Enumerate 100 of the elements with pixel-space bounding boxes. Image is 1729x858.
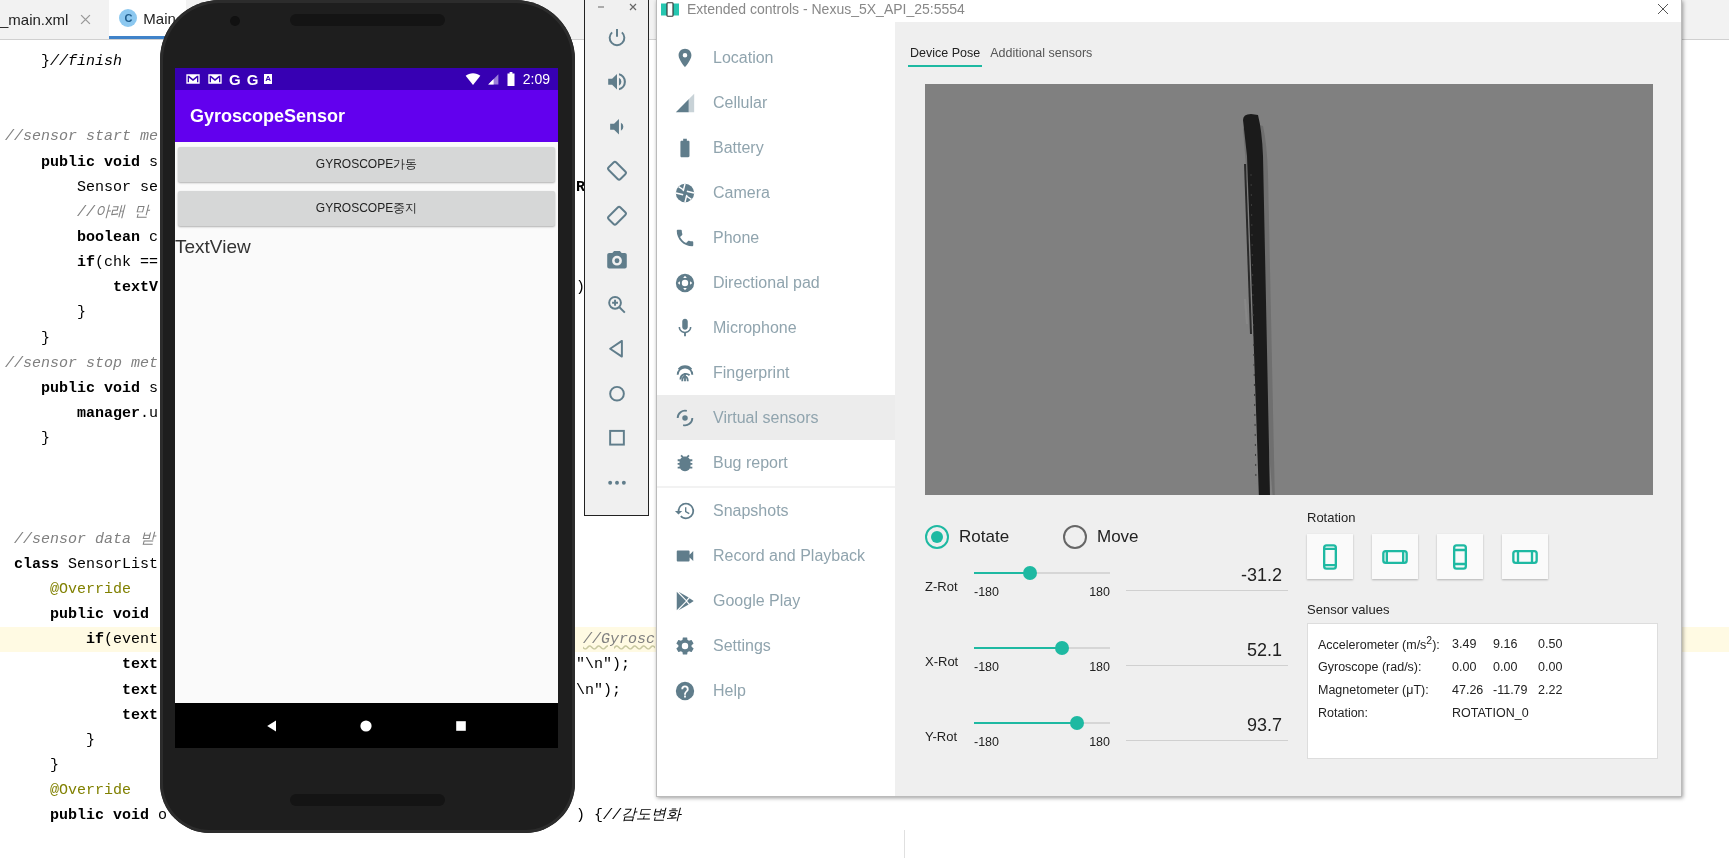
app-button[interactable]: GYROSCOPE중지 bbox=[178, 191, 555, 226]
radio-label: Move bbox=[1097, 527, 1139, 547]
sidebar-item[interactable]: Virtual sensors bbox=[657, 395, 895, 440]
sensor-label: Rotation: bbox=[1318, 705, 1370, 720]
sidebar-item[interactable]: Camera bbox=[657, 170, 895, 215]
app-title: GyroscopeSensor bbox=[190, 105, 346, 127]
dpad-icon bbox=[674, 271, 696, 294]
value-field[interactable]: 52.1 bbox=[1126, 624, 1288, 666]
sensor-value: 0.00 bbox=[1538, 659, 1564, 674]
value-field[interactable]: -31.2 bbox=[1126, 549, 1288, 591]
slider-thumb[interactable] bbox=[1070, 716, 1085, 730]
rotate-left-icon[interactable] bbox=[604, 159, 629, 183]
code-text: } bbox=[40, 430, 50, 448]
code-text: manager.u bbox=[76, 404, 159, 422]
code-text: public void s bbox=[40, 153, 159, 171]
notification-badge: A bbox=[264, 74, 273, 84]
slider-thumb[interactable] bbox=[1054, 641, 1069, 655]
code-text: public void s bbox=[40, 379, 159, 397]
signal-icon bbox=[674, 91, 696, 114]
settings-icon bbox=[674, 634, 696, 657]
slider-label: Z-Rot bbox=[925, 578, 959, 596]
code-text: //sensor stop met bbox=[5, 354, 159, 372]
sensor-value: 0.00 bbox=[1452, 659, 1478, 674]
slider-max: 180 bbox=[1089, 585, 1110, 599]
code-text: //아래 만 bbox=[76, 203, 150, 221]
close-icon[interactable] bbox=[627, 1, 638, 12]
rotate-right-icon[interactable] bbox=[604, 203, 629, 228]
notification-letter: G bbox=[229, 70, 241, 88]
sensor-label: Accelerometer (m/s$^{2}$): bbox=[1318, 634, 1441, 653]
radio-button[interactable] bbox=[1063, 525, 1087, 549]
editor-tab[interactable]: C Main bbox=[109, 0, 186, 39]
play-triangle-icon bbox=[674, 589, 696, 612]
app-button[interactable]: GYROSCOPE가동 bbox=[178, 147, 555, 182]
code-text: //sensor start me bbox=[5, 128, 159, 146]
code-text: if(chk == bbox=[76, 254, 159, 272]
code-text: Sensor se bbox=[76, 178, 159, 196]
code-text: text bbox=[121, 681, 159, 699]
sidebar-item[interactable]: Directional pad bbox=[657, 260, 895, 305]
code-text: \n"); bbox=[576, 680, 621, 701]
slider-thumb[interactable] bbox=[1023, 566, 1038, 580]
reverse-portrait-button[interactable] bbox=[1437, 534, 1483, 579]
code-text: } bbox=[76, 304, 86, 322]
landscape-button[interactable] bbox=[1372, 534, 1418, 579]
sensor-label: Magnetometer (μT): bbox=[1318, 682, 1430, 697]
sensor-value: 47.26 bbox=[1452, 682, 1485, 697]
sidebar-item[interactable]: Fingerprint bbox=[657, 350, 895, 395]
portrait-button[interactable] bbox=[1307, 534, 1353, 579]
code-text: } bbox=[49, 756, 59, 774]
radio-button[interactable] bbox=[925, 525, 949, 549]
code-text: //sensor data 받 bbox=[13, 530, 156, 548]
signal-icon bbox=[486, 72, 499, 86]
radio-option[interactable]: Rotate bbox=[925, 525, 1063, 549]
code-text: @Override bbox=[49, 580, 132, 598]
code-text: ) bbox=[576, 278, 585, 299]
code-text: textV bbox=[112, 279, 159, 297]
clock: 2:09 bbox=[522, 71, 550, 87]
tab[interactable]: Device Pose bbox=[908, 42, 983, 67]
slider-min: -180 bbox=[974, 735, 1000, 749]
sensor-value: 0.50 bbox=[1538, 636, 1564, 651]
slider-max: 180 bbox=[1089, 735, 1110, 749]
radio-option[interactable]: Move bbox=[1063, 525, 1201, 549]
sidebar-item[interactable]: Cellular bbox=[657, 80, 895, 125]
sidebar-item[interactable]: Google Play bbox=[657, 578, 895, 623]
slider-min: -180 bbox=[974, 660, 1000, 674]
reverse-landscape-button[interactable] bbox=[1502, 534, 1548, 579]
sidebar-item[interactable]: Bug report bbox=[657, 440, 895, 485]
code-text: @Override bbox=[49, 782, 132, 800]
sidebar-item[interactable]: Record and Playback bbox=[657, 533, 895, 578]
value-field[interactable]: 93.7 bbox=[1126, 699, 1288, 741]
sensor-value: -11.79 bbox=[1493, 682, 1529, 697]
sensor-label: Gyroscope (rad/s): bbox=[1318, 659, 1423, 674]
notification-letter: G bbox=[246, 70, 259, 88]
code-text: //Gyrosc bbox=[583, 630, 655, 651]
sensor-value: ROTATION_0 bbox=[1452, 705, 1529, 720]
sensor-value: 2.22 bbox=[1538, 682, 1564, 697]
sidebar-item[interactable]: Location bbox=[657, 35, 895, 80]
sidebar-item[interactable]: Microphone bbox=[657, 305, 895, 350]
code-text: boolean c bbox=[76, 229, 159, 246]
class-file-icon: C bbox=[119, 9, 138, 27]
code-text: } bbox=[85, 731, 95, 749]
sidebar-item[interactable]: Phone bbox=[657, 215, 895, 260]
code-text: ) {//감도변화 bbox=[576, 806, 682, 827]
sidebar-item[interactable]: Battery bbox=[657, 125, 895, 170]
code-text: public void bbox=[49, 606, 150, 624]
aperture-icon bbox=[674, 181, 696, 204]
sidebar-item[interactable]: Snapshots bbox=[657, 488, 895, 533]
editor-tab[interactable]: _main.xml bbox=[0, 0, 102, 39]
help-icon bbox=[674, 679, 696, 702]
code-text: "\n"); bbox=[576, 655, 630, 676]
sensor-value: 0.00 bbox=[1493, 659, 1519, 674]
sidebar-item[interactable]: Help bbox=[657, 668, 895, 713]
close-icon[interactable] bbox=[1657, 3, 1669, 15]
code-text: class SensorList bbox=[13, 555, 159, 573]
camera-icon[interactable] bbox=[604, 248, 629, 272]
code-text: public void o bbox=[49, 807, 168, 825]
sidebar-item[interactable]: Settings bbox=[657, 623, 895, 668]
section-title: Sensor values bbox=[1307, 602, 1391, 617]
mail-icon bbox=[185, 72, 201, 86]
window-title: Extended controls - Nexus_5X_API_25:5554 bbox=[687, 1, 965, 17]
tab[interactable]: Additional sensors bbox=[990, 42, 1093, 66]
